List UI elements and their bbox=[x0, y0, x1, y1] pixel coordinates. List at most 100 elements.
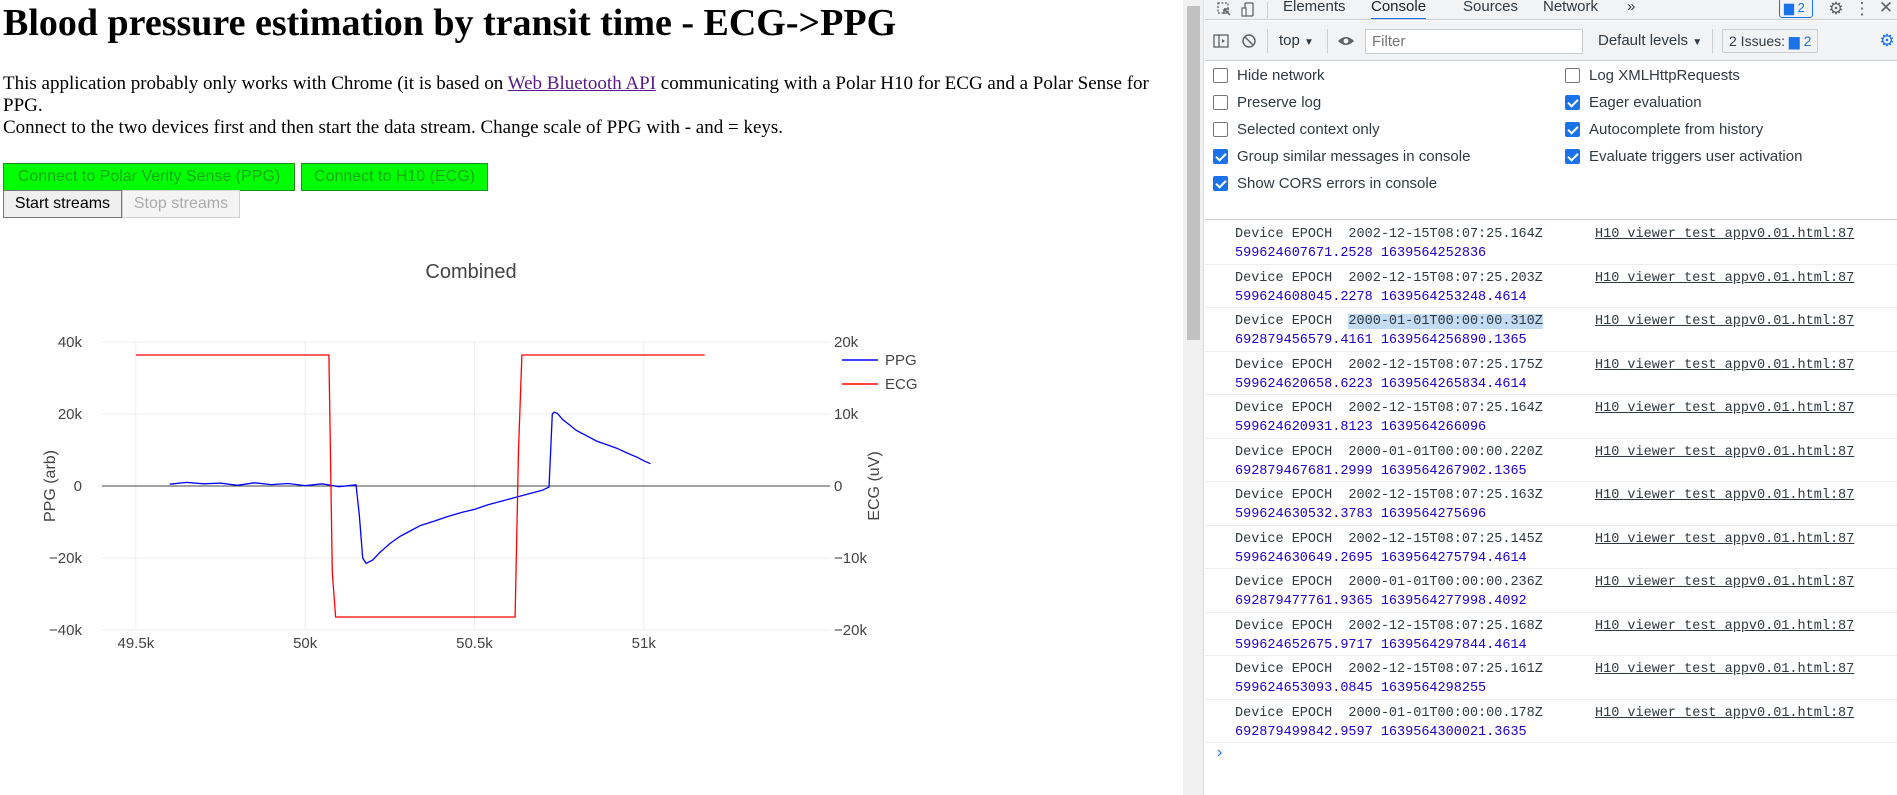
log-source-link[interactable]: H10_viewer_test_appv0.01.html:87 bbox=[1595, 662, 1854, 677]
log-prefix: Device EPOCH bbox=[1235, 401, 1349, 416]
console-settings-pane: Hide network Preserve log Selected context… bbox=[1205, 62, 1897, 220]
show-sidebar-icon[interactable] bbox=[1211, 31, 1231, 51]
log-source-link[interactable]: H10_viewer_test_appv0.01.html:87 bbox=[1595, 575, 1854, 590]
console-log-row: Device EPOCH 2002-12-15T08:07:25.203Z 599… bbox=[1205, 265, 1897, 308]
connect-ppg-button[interactable]: Connect to Polar Verity Sense (PPG) bbox=[3, 163, 295, 191]
issues-button[interactable]: 2 Issues: ▆ 2 bbox=[1722, 29, 1819, 53]
console-log-row: Device EPOCH 2002-12-15T08:07:25.161Z 599… bbox=[1205, 656, 1897, 700]
console-prompt-icon[interactable]: › bbox=[1217, 744, 1222, 762]
log-values: 692879467681.2999 1639564267902.1365 bbox=[1235, 463, 1527, 479]
setting-label: Autocomplete from history bbox=[1589, 120, 1764, 138]
checkbox-unchecked[interactable] bbox=[1213, 67, 1228, 83]
issues-label: 2 Issues: bbox=[1729, 33, 1786, 49]
log-source-link[interactable]: H10_viewer_test_appv0.01.html:87 bbox=[1595, 532, 1854, 547]
log-source-link[interactable]: H10_viewer_test_appv0.01.html:87 bbox=[1595, 619, 1854, 634]
log-levels-dropdown[interactable]: Default levels ▼ bbox=[1598, 31, 1702, 51]
tab-elements[interactable]: Elements bbox=[1283, 0, 1346, 19]
checkbox-unchecked[interactable] bbox=[1213, 94, 1228, 110]
log-date: 2002-12-15T08:07:25.164Z bbox=[1348, 227, 1543, 242]
inspect-element-icon[interactable] bbox=[1215, 0, 1233, 18]
log-source-link[interactable]: H10_viewer_test_appv0.01.html:87 bbox=[1595, 706, 1854, 721]
page-scrollbar[interactable] bbox=[1183, 0, 1204, 795]
x-tick-label: 49.5k bbox=[118, 635, 155, 652]
log-source-link[interactable]: H10_viewer_test_appv0.01.html:87 bbox=[1595, 401, 1854, 416]
log-message: Device EPOCH 2000-01-01T00:00:00.236Z bbox=[1235, 575, 1543, 590]
settings-gear-icon[interactable]: ⚙ bbox=[1827, 0, 1845, 18]
tab-console[interactable]: Console bbox=[1371, 0, 1427, 19]
web-bluetooth-link[interactable]: Web Bluetooth API bbox=[508, 73, 656, 94]
console-settings-gear-icon[interactable]: ⚙ bbox=[1877, 31, 1897, 51]
log-prefix: Device EPOCH bbox=[1235, 444, 1349, 460]
context-selector[interactable]: top ▼ bbox=[1279, 31, 1314, 51]
tab-sources[interactable]: Sources bbox=[1463, 0, 1518, 19]
dropdown-arrow-icon: ▼ bbox=[1692, 37, 1703, 48]
clear-console-icon[interactable] bbox=[1239, 31, 1259, 51]
setting-preserve-log[interactable]: Preserve log bbox=[1213, 92, 1321, 112]
setting-label: Log XMLHttpRequests bbox=[1589, 66, 1740, 84]
log-values: 599624620931.8123 1639564266096 bbox=[1235, 420, 1487, 435]
log-date: 2002-12-15T08:07:25.175Z bbox=[1348, 357, 1543, 373]
log-values: 599624630532.3783 1639564275696 bbox=[1235, 507, 1487, 522]
log-source-link[interactable]: H10_viewer_test_appv0.01.html:87 bbox=[1595, 227, 1854, 242]
page-scrollbar-thumb[interactable] bbox=[1187, 6, 1200, 340]
checkbox-checked[interactable] bbox=[1565, 121, 1580, 137]
checkbox-checked[interactable] bbox=[1565, 94, 1580, 110]
setting-label: Group similar messages in console bbox=[1237, 147, 1471, 165]
x-tick-label: 51k bbox=[632, 635, 657, 652]
device-toolbar-icon[interactable] bbox=[1239, 0, 1257, 18]
start-streams-button[interactable]: Start streams bbox=[3, 190, 122, 218]
setting-label: Evaluate triggers user activation bbox=[1589, 147, 1803, 165]
dropdown-arrow-icon: ▼ bbox=[1304, 37, 1314, 48]
checkbox-checked[interactable] bbox=[1565, 148, 1580, 164]
checkbox-checked[interactable] bbox=[1213, 175, 1228, 191]
log-prefix: Device EPOCH bbox=[1235, 270, 1349, 286]
setting-eager-evaluation[interactable]: Eager evaluation bbox=[1565, 92, 1702, 112]
log-values: 692879499842.9597 1639564300021.3635 bbox=[1235, 724, 1527, 740]
setting-selected-context-only[interactable]: Selected context only bbox=[1213, 119, 1380, 139]
log-message: Device EPOCH 2002-12-15T08:07:25.164Z bbox=[1235, 227, 1543, 242]
kebab-menu-icon[interactable]: ⋮ bbox=[1853, 0, 1871, 18]
log-source-link[interactable]: H10_viewer_test_appv0.01.html:87 bbox=[1595, 445, 1854, 460]
console-log-row: Device EPOCH 2002-12-15T08:07:25.164Z 599… bbox=[1205, 221, 1897, 265]
setting-autocomplete-from-history[interactable]: Autocomplete from history bbox=[1565, 119, 1763, 139]
setting-log-xmlhttprequests[interactable]: Log XMLHttpRequests bbox=[1565, 65, 1740, 85]
console-log-row: Device EPOCH 2002-12-15T08:07:25.145Z 599… bbox=[1205, 526, 1897, 569]
log-source-link[interactable]: H10_viewer_test_appv0.01.html:87 bbox=[1595, 314, 1854, 329]
page-title: Blood pressure estimation by transit tim… bbox=[3, 2, 897, 44]
log-source-link[interactable]: H10_viewer_test_appv0.01.html:87 bbox=[1595, 271, 1854, 286]
log-date: 2002-12-15T08:07:25.163Z bbox=[1348, 488, 1543, 503]
setting-hide-network[interactable]: Hide network bbox=[1213, 65, 1325, 85]
connect-ecg-button[interactable]: Connect to H10 (ECG) bbox=[301, 163, 488, 191]
setting-evaluate-triggers-user-activation[interactable]: Evaluate triggers user activation bbox=[1565, 146, 1802, 166]
intro-instructions: Connect to the two devices first and the… bbox=[3, 117, 784, 138]
log-source-link[interactable]: H10_viewer_test_appv0.01.html:87 bbox=[1595, 488, 1854, 503]
log-prefix: Device EPOCH bbox=[1235, 227, 1349, 242]
checkbox-unchecked[interactable] bbox=[1213, 121, 1228, 137]
tab-network[interactable]: Network bbox=[1543, 0, 1598, 19]
devtools-main: Elements Console Sources Network » ▆ 2 ⚙… bbox=[1205, 0, 1897, 795]
stop-streams-button[interactable]: Stop streams bbox=[122, 190, 240, 218]
toolbar-divider bbox=[1327, 29, 1328, 53]
log-values: 599624608045.2278 1639564253248.4614 bbox=[1235, 289, 1527, 305]
checkbox-checked[interactable] bbox=[1213, 148, 1228, 164]
log-source-link[interactable]: H10_viewer_test_appv0.01.html:87 bbox=[1595, 358, 1854, 373]
more-tabs-icon[interactable]: » bbox=[1627, 0, 1635, 19]
live-expression-eye-icon[interactable] bbox=[1335, 31, 1357, 51]
checkbox-unchecked[interactable] bbox=[1565, 67, 1580, 83]
y-tick-label: 20k bbox=[58, 406, 83, 423]
log-prefix: Device EPOCH bbox=[1235, 618, 1349, 634]
context-label: top bbox=[1279, 32, 1300, 49]
setting-show-cors-errors-in-console[interactable]: Show CORS errors in console bbox=[1213, 173, 1437, 193]
close-devtools-icon[interactable]: ✕ bbox=[1877, 0, 1895, 17]
log-message: Device EPOCH 2002-12-15T08:07:25.161Z bbox=[1235, 662, 1543, 677]
setting-group-similar-messages-in-console[interactable]: Group similar messages in console bbox=[1213, 146, 1470, 166]
y-axis-label: PPG (arb) bbox=[42, 450, 59, 522]
log-date: 2000-01-01T00:00:00.236Z bbox=[1348, 575, 1543, 590]
log-values: 692879456579.4161 1639564256890.1365 bbox=[1235, 333, 1527, 348]
log-message: Device EPOCH 2000-01-01T00:00:00.220Z bbox=[1235, 445, 1543, 460]
log-values: 599624630649.2695 1639564275794.4614 bbox=[1235, 550, 1527, 566]
messages-badge[interactable]: ▆ 2 bbox=[1779, 0, 1813, 18]
console-filter-input[interactable] bbox=[1365, 29, 1583, 54]
console-log-row: Device EPOCH 2000-01-01T00:00:00.220Z 692… bbox=[1205, 439, 1897, 482]
setting-label: Selected context only bbox=[1237, 120, 1380, 138]
